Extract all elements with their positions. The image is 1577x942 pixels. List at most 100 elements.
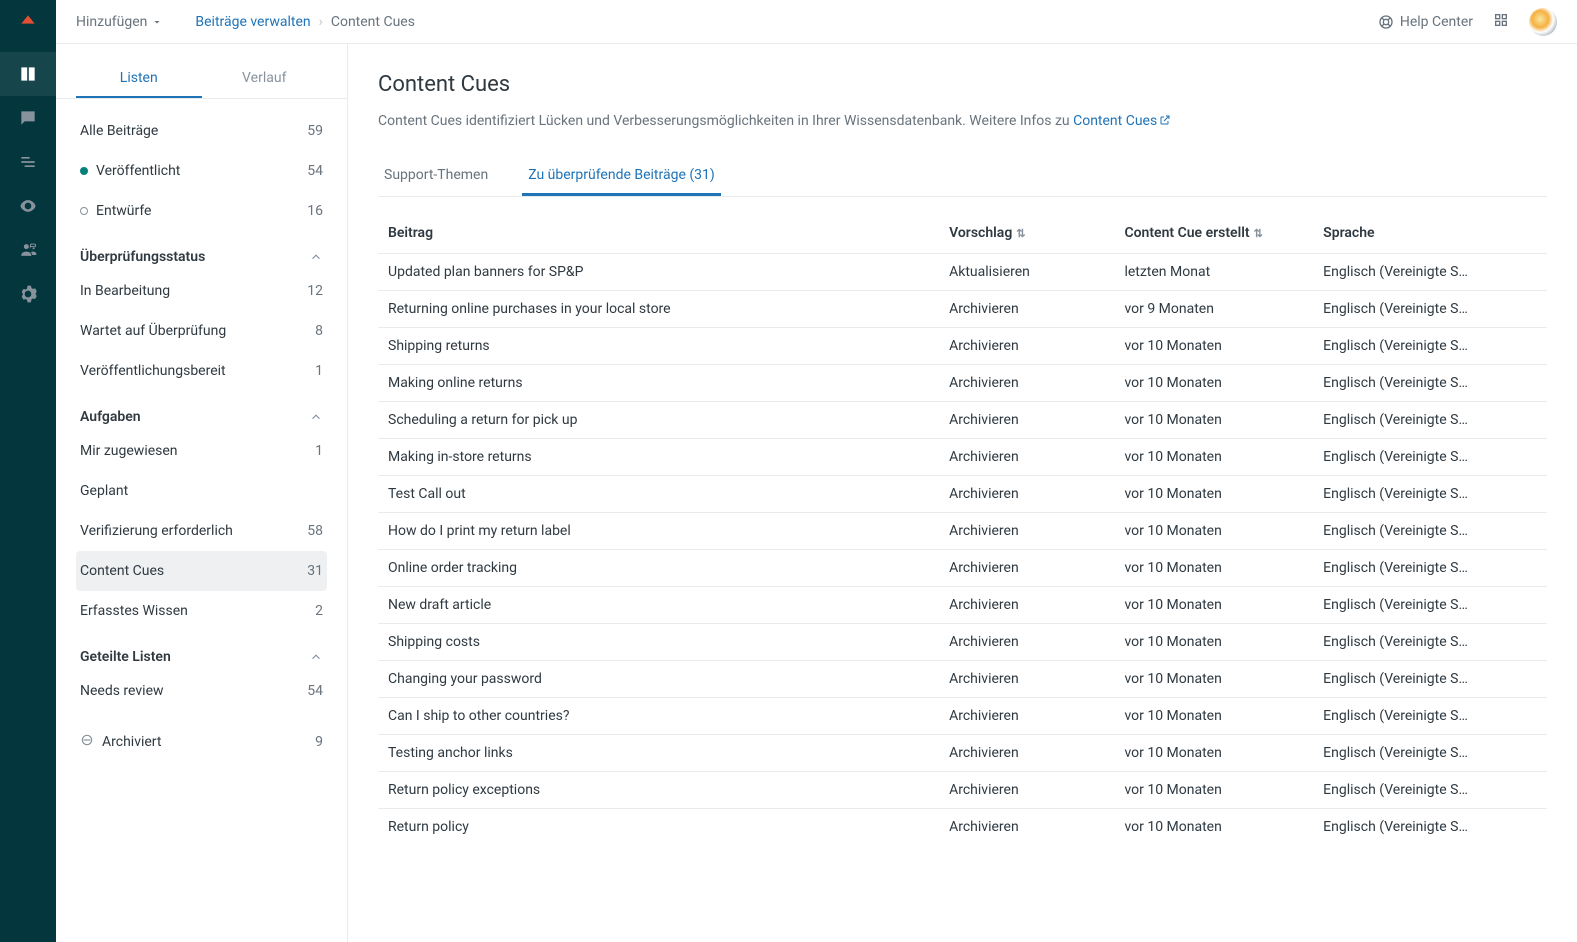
table-row[interactable]: Return policy exceptionsArchivierenvor 1…: [378, 772, 1547, 809]
sidebar-item-needs-review[interactable]: Needs review 54: [76, 671, 327, 711]
sidebar-item-label: Content Cues: [80, 563, 164, 579]
sidebar-item-label: Archiviert: [102, 734, 161, 750]
col-sprache[interactable]: Sprache: [1313, 213, 1547, 254]
cell-erstellt: vor 10 Monaten: [1114, 624, 1313, 661]
tab-review-posts[interactable]: Zu überprüfende Beiträge (31): [522, 157, 721, 196]
rail-feedback-icon[interactable]: [0, 96, 56, 140]
cell-sprache: Englisch (Vereinigte S…: [1313, 624, 1547, 661]
sidebar-item-captured-knowledge[interactable]: Erfasstes Wissen 2: [76, 591, 327, 631]
cell-erstellt: vor 10 Monaten: [1114, 809, 1313, 846]
table-row[interactable]: Scheduling a return for pick upArchivier…: [378, 402, 1547, 439]
add-label: Hinzufügen: [76, 14, 147, 30]
add-dropdown[interactable]: Hinzufügen: [76, 14, 163, 30]
chevron-up-icon: [309, 650, 323, 664]
cell-erstellt: vor 10 Monaten: [1114, 513, 1313, 550]
cell-erstellt: vor 10 Monaten: [1114, 772, 1313, 809]
sidebar-header-tasks[interactable]: Aufgaben: [76, 391, 327, 431]
help-center-link[interactable]: Help Center: [1378, 14, 1473, 30]
cell-beitrag: Making in-store returns: [378, 439, 939, 476]
rail-settings-icon[interactable]: [0, 272, 56, 316]
sidebar-tab-verlauf[interactable]: Verlauf: [202, 60, 328, 98]
table-row[interactable]: Return policyArchivierenvor 10 MonatenEn…: [378, 809, 1547, 846]
table-row[interactable]: Updated plan banners for SP&PAktualisier…: [378, 254, 1547, 291]
cell-erstellt: vor 10 Monaten: [1114, 328, 1313, 365]
cell-erstellt: vor 9 Monaten: [1114, 291, 1313, 328]
content-cues-link[interactable]: Content Cues: [1073, 113, 1171, 129]
sidebar-item-published[interactable]: Veröffentlicht 54: [76, 151, 327, 191]
sidebar-item-publish-ready[interactable]: Veröffentlichungsbereit 1: [76, 351, 327, 391]
rail-arrange-icon[interactable]: [0, 140, 56, 184]
table-row[interactable]: How do I print my return labelArchiviere…: [378, 513, 1547, 550]
sidebar-item-archived[interactable]: Archiviert 9: [76, 721, 327, 763]
sort-icon: ⇅: [1254, 227, 1263, 240]
cell-erstellt: vor 10 Monaten: [1114, 550, 1313, 587]
sidebar-item-label: Verifizierung erforderlich: [80, 523, 233, 539]
brand-logo[interactable]: [0, 0, 56, 44]
sidebar-header-shared[interactable]: Geteilte Listen: [76, 631, 327, 671]
cell-sprache: Englisch (Vereinigte S…: [1313, 587, 1547, 624]
table-row[interactable]: Can I ship to other countries?Archiviere…: [378, 698, 1547, 735]
cell-vorschlag: Archivieren: [939, 661, 1114, 698]
col-erstellt[interactable]: Content Cue erstellt⇅: [1114, 213, 1313, 254]
rail-view-icon[interactable]: [0, 184, 56, 228]
cell-vorschlag: Archivieren: [939, 587, 1114, 624]
content-tabs: Support-Themen Zu überprüfende Beiträge …: [378, 157, 1547, 197]
table-row[interactable]: Online order trackingArchivierenvor 10 M…: [378, 550, 1547, 587]
sidebar-item-label: Needs review: [80, 683, 164, 699]
table-row[interactable]: Shipping returnsArchivierenvor 10 Monate…: [378, 328, 1547, 365]
topbar: Hinzufügen Beiträge verwalten › Content …: [56, 0, 1577, 44]
cell-beitrag: Updated plan banners for SP&P: [378, 254, 939, 291]
rail-articles-icon[interactable]: [0, 52, 56, 96]
cell-vorschlag: Archivieren: [939, 550, 1114, 587]
sidebar-item-content-cues[interactable]: Content Cues 31: [76, 551, 327, 591]
cell-vorschlag: Archivieren: [939, 624, 1114, 661]
sidebar-item-count: 8: [315, 323, 323, 339]
sidebar-item-scheduled[interactable]: Geplant: [76, 471, 327, 511]
tab-support-themes[interactable]: Support-Themen: [378, 157, 494, 196]
cell-sprache: Englisch (Vereinigte S…: [1313, 513, 1547, 550]
cell-beitrag: Can I ship to other countries?: [378, 698, 939, 735]
table-row[interactable]: Making online returnsArchivierenvor 10 M…: [378, 365, 1547, 402]
table-row[interactable]: Making in-store returnsArchivierenvor 10…: [378, 439, 1547, 476]
sidebar-header-review[interactable]: Überprüfungsstatus: [76, 231, 327, 271]
rail-users-icon[interactable]: [0, 228, 56, 272]
sidebar-item-awaiting-review[interactable]: Wartet auf Überprüfung 8: [76, 311, 327, 351]
cell-vorschlag: Archivieren: [939, 402, 1114, 439]
sidebar-item-in-progress[interactable]: In Bearbeitung 12: [76, 271, 327, 311]
user-avatar[interactable]: [1529, 8, 1557, 36]
help-center-icon: [1378, 14, 1394, 30]
table-row[interactable]: Testing anchor linksArchivierenvor 10 Mo…: [378, 735, 1547, 772]
sidebar-item-assigned-to-me[interactable]: Mir zugewiesen 1: [76, 431, 327, 471]
sidebar-item-label: Mir zugewiesen: [80, 443, 178, 459]
sidebar-item-label: Geplant: [80, 483, 128, 499]
table-row[interactable]: Returning online purchases in your local…: [378, 291, 1547, 328]
sidebar-tab-listen[interactable]: Listen: [76, 60, 202, 98]
cell-beitrag: Making online returns: [378, 365, 939, 402]
sidebar-item-verification-required[interactable]: Verifizierung erforderlich 58: [76, 511, 327, 551]
col-beitrag[interactable]: Beitrag: [378, 213, 939, 254]
cell-beitrag: Returning online purchases in your local…: [378, 291, 939, 328]
sidebar-item-all-posts[interactable]: Alle Beiträge 59: [76, 111, 327, 151]
col-vorschlag[interactable]: Vorschlag⇅: [939, 213, 1114, 254]
sidebar-item-count: 31: [307, 563, 323, 579]
sidebar-header-label: Überprüfungsstatus: [80, 249, 205, 265]
table-row[interactable]: Shipping costsArchivierenvor 10 MonatenE…: [378, 624, 1547, 661]
breadcrumb-current: Content Cues: [331, 14, 415, 30]
cell-sprache: Englisch (Vereinigte S…: [1313, 809, 1547, 846]
cell-vorschlag: Archivieren: [939, 698, 1114, 735]
chevron-down-icon: [151, 16, 163, 28]
sidebar: Listen Verlauf Alle Beiträge 59 Veröffen…: [56, 44, 348, 942]
table-row[interactable]: Test Call outArchivierenvor 10 MonatenEn…: [378, 476, 1547, 513]
sidebar-item-drafts[interactable]: Entwürfe 16: [76, 191, 327, 231]
cell-erstellt: vor 10 Monaten: [1114, 476, 1313, 513]
cell-beitrag: Online order tracking: [378, 550, 939, 587]
cell-sprache: Englisch (Vereinigte S…: [1313, 328, 1547, 365]
cell-vorschlag: Archivieren: [939, 735, 1114, 772]
sidebar-item-count: 1: [315, 363, 323, 379]
breadcrumb-link[interactable]: Beiträge verwalten: [195, 14, 310, 30]
apps-grid-icon[interactable]: [1493, 12, 1509, 32]
table-row[interactable]: Changing your passwordArchivierenvor 10 …: [378, 661, 1547, 698]
sidebar-item-count: 54: [307, 163, 323, 179]
table-row[interactable]: New draft articleArchivierenvor 10 Monat…: [378, 587, 1547, 624]
sidebar-item-label: Wartet auf Überprüfung: [80, 323, 226, 339]
